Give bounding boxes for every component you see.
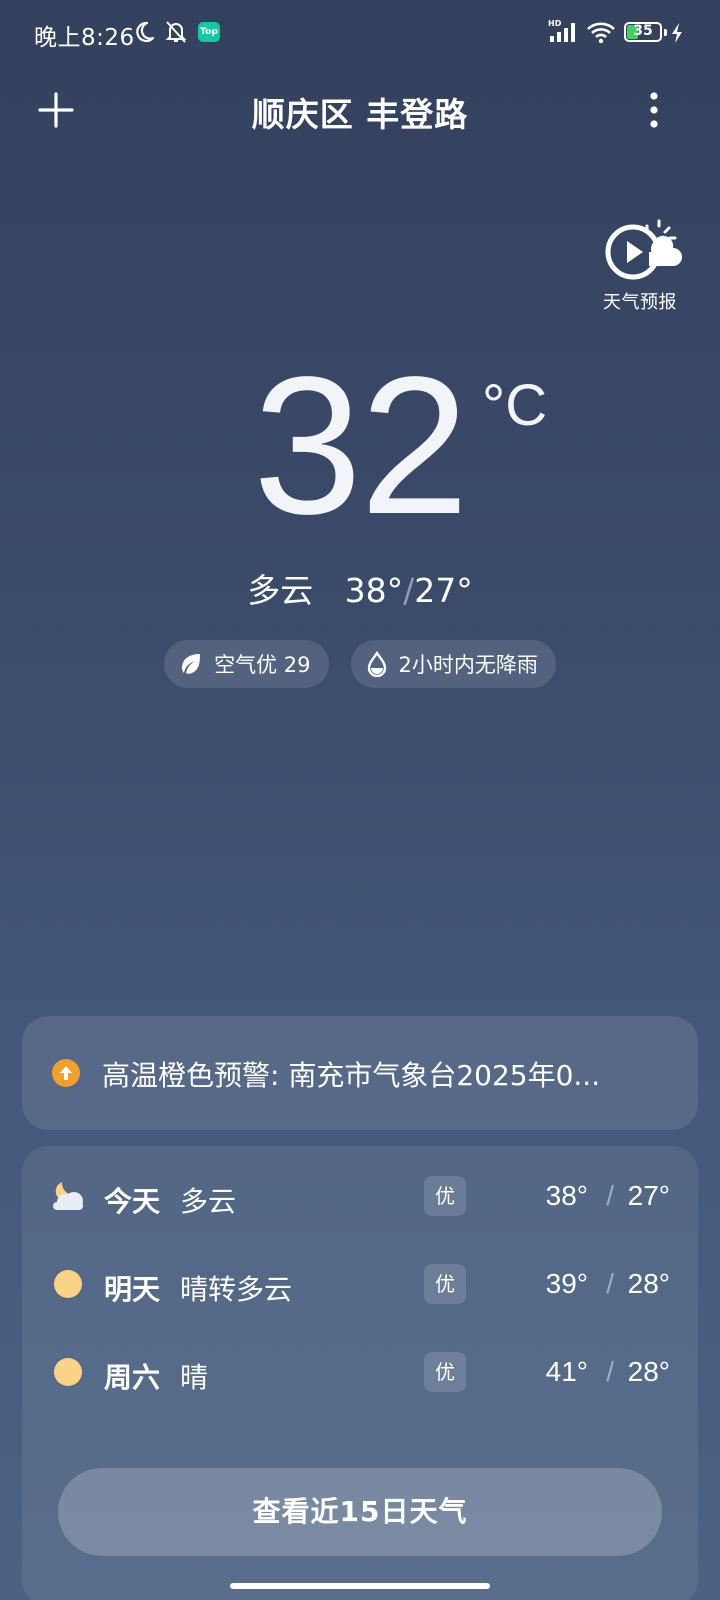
forecast-day: 明天 xyxy=(104,1273,161,1306)
info-chips: 空气优 29 2小时内无降雨 xyxy=(0,640,720,688)
temperature-unit: °C xyxy=(482,373,548,438)
page-title: 顺庆区 丰登路 xyxy=(251,95,469,134)
charging-icon xyxy=(672,23,682,43)
svg-text:HD: HD xyxy=(548,19,562,28)
sun-icon xyxy=(54,1358,82,1386)
add-city-button[interactable] xyxy=(36,90,76,130)
forecast-row[interactable]: 周六 晴 优 41° / 28° xyxy=(22,1342,698,1402)
battery-text: 35 xyxy=(633,23,653,39)
forecast-aqi-badge: 优 xyxy=(424,1264,466,1304)
forecast-separator: / xyxy=(606,1268,614,1299)
forecast-condition: 晴转多云 xyxy=(180,1273,293,1306)
current-condition: 多云 xyxy=(247,571,314,610)
forecast-high: 39° xyxy=(545,1268,588,1299)
temp-separator: / xyxy=(403,571,415,610)
forecast-low: 28° xyxy=(627,1356,670,1387)
forecast-row[interactable]: 今天 多云 优 38° / 27° xyxy=(22,1166,698,1226)
current-low: 27° xyxy=(414,571,473,610)
top-app-icon: Top xyxy=(198,22,220,42)
water-drop-icon xyxy=(367,651,386,677)
alert-arrow-up-icon xyxy=(52,1059,80,1087)
leaf-icon xyxy=(182,654,201,674)
forecast-row[interactable]: 明天 晴转多云 优 39° / 28° xyxy=(22,1254,698,1314)
status-bar: 晚上8:26 Top HD 35 xyxy=(0,0,720,66)
forecast-aqi-badge: 优 xyxy=(424,1176,466,1216)
battery-tip xyxy=(664,29,667,36)
battery-icon: 35 xyxy=(624,22,662,42)
wifi-icon xyxy=(587,22,615,44)
air-quality-text: 空气优 29 xyxy=(214,653,311,677)
current-condition-line: 多云 38°/27° xyxy=(0,564,720,612)
forecast-aqi-badge: 优 xyxy=(424,1352,466,1392)
forecast-high: 38° xyxy=(545,1180,588,1211)
air-quality-chip[interactable]: 空气优 29 xyxy=(164,640,329,688)
forecast-condition: 多云 xyxy=(180,1185,237,1218)
forecast-condition: 晴 xyxy=(180,1361,209,1394)
forecast-card: 今天 多云 优 38° / 27° 明天 晴转多云 优 39° / 28° 周六… xyxy=(22,1146,698,1600)
forecast-separator: / xyxy=(606,1180,614,1211)
status-time: 晚上8:26 xyxy=(34,25,135,51)
view-15-day-forecast-button[interactable]: 查看近15日天气 xyxy=(58,1468,662,1556)
signal-icon: HD xyxy=(548,19,575,42)
forecast-high: 41° xyxy=(545,1356,588,1387)
alert-text: 高温橙色预警: 南充市气象台2025年0... xyxy=(102,1059,601,1092)
current-high: 38° xyxy=(344,571,404,610)
weather-alert-card[interactable]: 高温橙色预警: 南充市气象台2025年0... xyxy=(22,1016,698,1130)
current-temperature: 32 xyxy=(252,336,469,555)
home-indicator[interactable] xyxy=(230,1583,490,1589)
bell-off-icon xyxy=(165,21,187,43)
play-cloud-icon xyxy=(605,219,682,280)
forecast-low: 27° xyxy=(627,1180,670,1211)
moon-icon xyxy=(136,21,155,43)
forecast-video-label: 天气预报 xyxy=(603,292,677,313)
rain-text: 2小时内无降雨 xyxy=(398,653,538,677)
partly-cloudy-night-icon xyxy=(53,1182,83,1210)
more-options-button[interactable] xyxy=(636,90,672,130)
rain-chip[interactable]: 2小时内无降雨 xyxy=(350,640,556,688)
forecast-low: 28° xyxy=(627,1268,670,1299)
sun-icon xyxy=(54,1270,82,1298)
forecast-separator: / xyxy=(606,1356,614,1387)
forecast-day: 周六 xyxy=(104,1361,161,1394)
forecast-day: 今天 xyxy=(104,1185,161,1218)
weather-forecast-video-button[interactable]: 天气预报 xyxy=(590,218,690,314)
